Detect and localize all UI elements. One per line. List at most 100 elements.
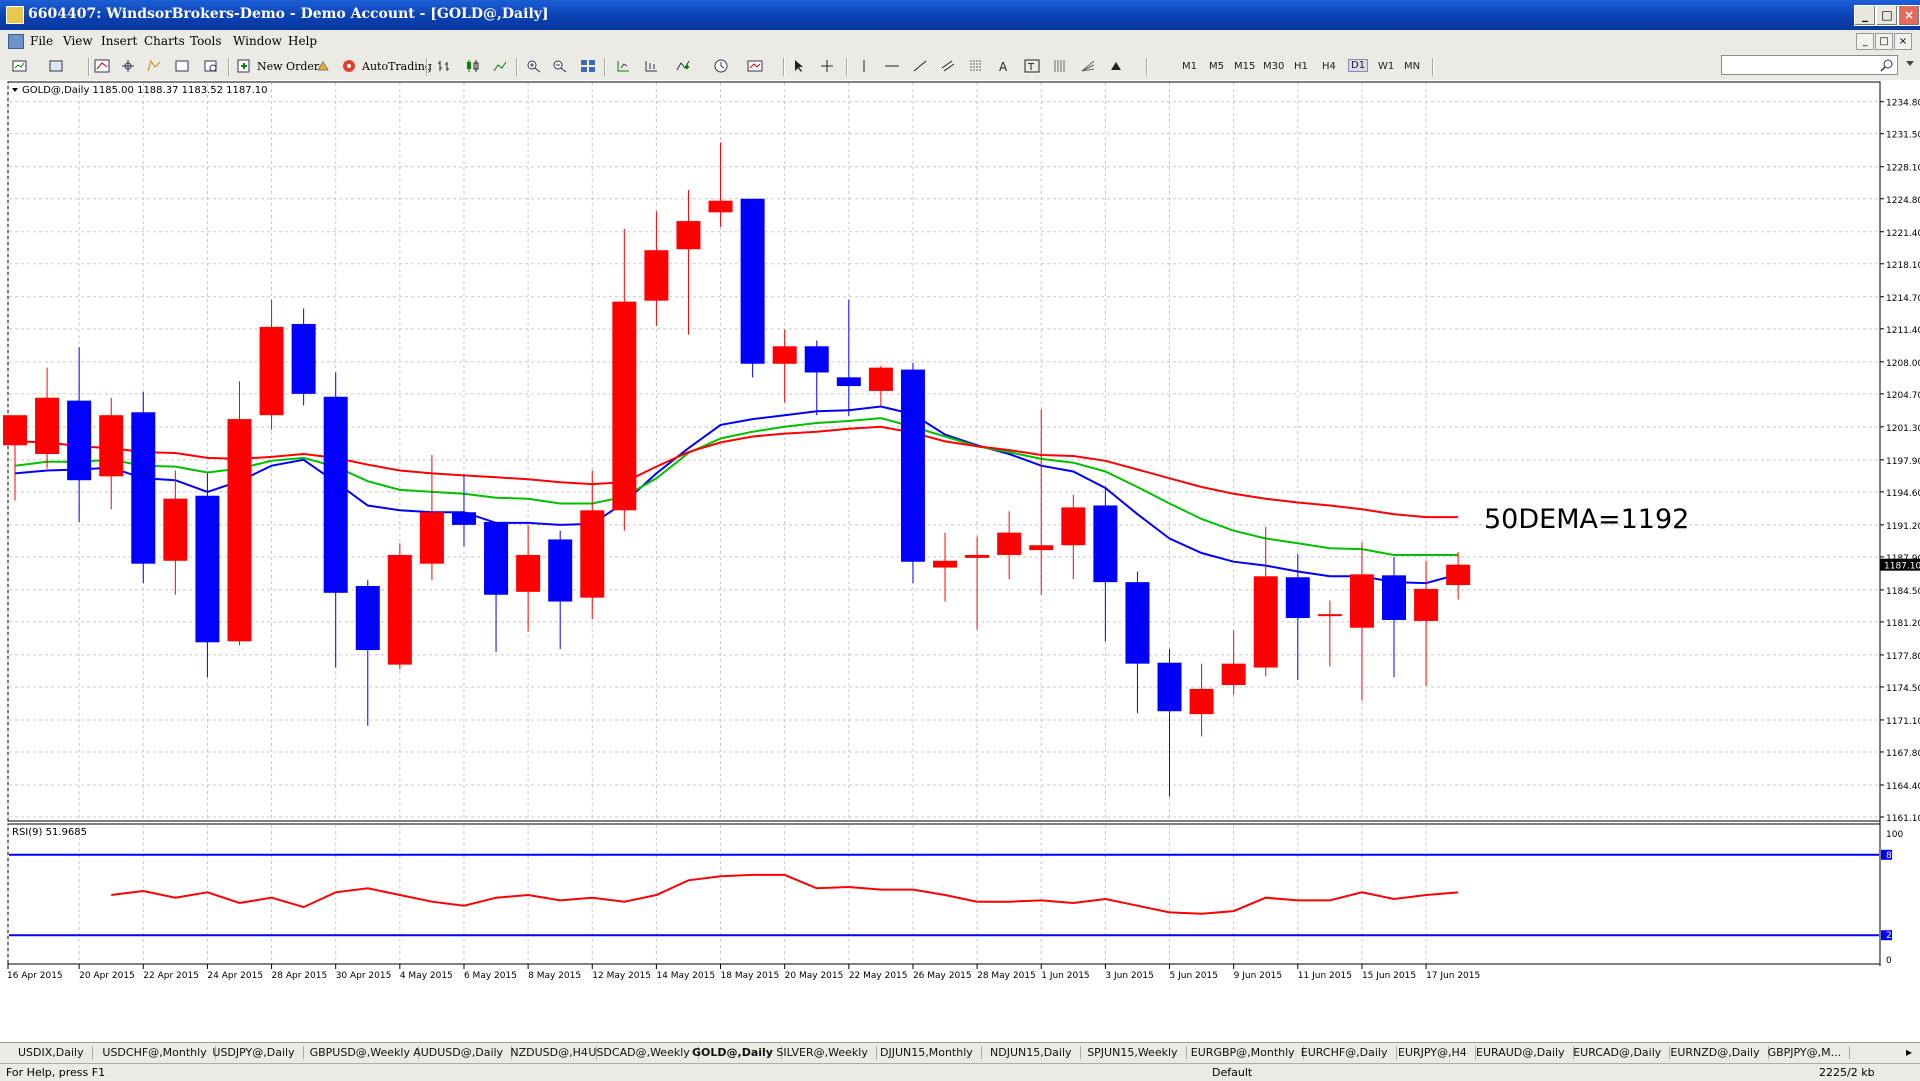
data-window-icon[interactable] [120, 59, 136, 73]
menu-window[interactable]: Window [233, 34, 282, 48]
menu-file[interactable]: File [30, 34, 53, 48]
toolbar: New Order AutoTrading A T M1 M5 M15 M30 … [0, 52, 1920, 81]
chart-window-icon[interactable] [8, 34, 24, 49]
maximize-button[interactable]: □ [1876, 5, 1898, 26]
candle[interactable] [900, 362, 925, 584]
autoscroll-icon[interactable] [643, 59, 659, 73]
child-close-button[interactable]: × [1894, 33, 1912, 50]
timeframe-m30[interactable]: M30 [1263, 61, 1284, 72]
symbol-tab[interactable]: SILVER@,Weekly [776, 1046, 877, 1059]
navigator-icon[interactable] [146, 59, 162, 73]
text-label-icon[interactable]: T [1024, 59, 1040, 73]
symbol-tab[interactable]: EURCHF@,Daily [1301, 1046, 1397, 1059]
candlestick-chart-icon[interactable] [464, 59, 480, 73]
zoom-out-icon[interactable] [552, 59, 568, 73]
text-icon[interactable]: A [996, 59, 1012, 73]
symbol-tab[interactable]: GBPJPY@,M... [1768, 1046, 1851, 1059]
symbol-tab[interactable]: NZDUSD@,H4 [510, 1046, 597, 1059]
toolbar-options-icon[interactable] [1903, 55, 1917, 73]
symbol-tab[interactable]: EURNZD@,Daily [1670, 1046, 1769, 1059]
new-order-button[interactable]: New Order [256, 57, 320, 77]
candle[interactable] [740, 198, 765, 378]
timeframe-h4[interactable]: H4 [1322, 61, 1336, 72]
tile-windows-icon[interactable] [580, 59, 596, 73]
symbol-tab[interactable]: EURAUD@,Daily [1476, 1046, 1574, 1059]
profiles-icon[interactable] [48, 59, 64, 73]
symbol-tab[interactable]: SPJUN15,Weekly [1087, 1046, 1187, 1059]
timeframe-mn[interactable]: MN [1404, 61, 1420, 72]
equidistant-channel-icon[interactable] [940, 59, 956, 73]
symbol-tab[interactable]: GOLD@,Daily [692, 1046, 782, 1059]
terminal-icon[interactable] [174, 59, 190, 73]
candle[interactable] [227, 381, 252, 646]
trendline-icon[interactable] [912, 59, 928, 73]
zoom-in-icon[interactable] [526, 59, 542, 73]
status-profile: Default [1212, 1066, 1253, 1079]
child-minimize-button[interactable]: _ [1856, 33, 1874, 50]
gann-fan-icon[interactable] [1052, 59, 1068, 73]
search-icon[interactable] [1880, 58, 1894, 72]
templates-icon[interactable] [747, 59, 763, 73]
periods-icon[interactable] [713, 59, 729, 73]
chart-shift-icon[interactable] [615, 59, 631, 73]
candle-body-bull [1414, 588, 1439, 621]
expert-advisors-icon[interactable] [315, 59, 331, 73]
symbol-tab[interactable]: USDJPY@,Daily [212, 1046, 304, 1059]
tabs-scroll-right-icon[interactable]: ▸ [1906, 1045, 1912, 1059]
rsi-tick-label: 100 [1886, 830, 1903, 840]
candle-body-bear [1285, 577, 1310, 619]
autotrading-icon [343, 60, 355, 72]
candle-body-bear [1382, 575, 1407, 620]
menu-help[interactable]: Help [288, 34, 317, 48]
timeframe-w1[interactable]: W1 [1378, 61, 1394, 72]
symbol-tab[interactable]: EURGBP@,Monthly [1191, 1046, 1304, 1059]
fibo-fan-icon[interactable] [1080, 59, 1096, 73]
market-watch-icon[interactable] [94, 59, 110, 73]
price-tick-label: 1221.40 [1886, 229, 1920, 239]
candle-body-bear [131, 412, 156, 564]
symbol-tab[interactable]: USDCHF@,Monthly [102, 1046, 216, 1059]
symbol-tab[interactable]: USDCAD@,Weekly [588, 1046, 699, 1059]
search-input[interactable] [1721, 55, 1898, 75]
minimize-button[interactable]: _ [1854, 5, 1876, 26]
time-tick-label: 24 Apr 2015 [207, 971, 263, 981]
time-tick-label: 20 Apr 2015 [79, 971, 135, 981]
candle-body-bull [644, 250, 669, 301]
time-tick-label: 11 Jun 2015 [1298, 971, 1352, 981]
strategy-tester-icon[interactable] [203, 59, 219, 73]
child-restore-button[interactable]: □ [1875, 33, 1893, 50]
new-chart-icon[interactable] [12, 59, 28, 73]
symbol-tab[interactable]: NDJUN15,Daily [990, 1046, 1081, 1059]
candle[interactable] [131, 391, 156, 584]
symbol-tab[interactable]: EURCAD@,Daily [1573, 1046, 1671, 1059]
symbol-tab[interactable]: EURJPY@,H4 [1398, 1046, 1476, 1059]
vertical-line-icon[interactable] [856, 59, 872, 73]
symbol-tab[interactable]: AUDUSD@,Daily [413, 1046, 513, 1059]
arrows-icon[interactable] [1108, 59, 1124, 73]
symbol-tab[interactable]: GBPUSD@,Weekly [310, 1046, 420, 1059]
line-chart-icon[interactable] [492, 59, 508, 73]
menu-insert[interactable]: Insert [101, 34, 137, 48]
horizontal-line-icon[interactable] [884, 59, 900, 73]
timeframe-h1[interactable]: H1 [1294, 61, 1308, 72]
new-order-icon [237, 59, 250, 73]
timeframe-m1[interactable]: M1 [1182, 61, 1197, 72]
close-button[interactable]: × [1898, 5, 1920, 26]
timeframe-d1[interactable]: D1 [1348, 59, 1369, 72]
menu-view[interactable]: View [63, 34, 93, 48]
bar-chart-icon[interactable] [436, 59, 452, 73]
fibonacci-icon[interactable] [968, 59, 984, 73]
autotrading-button[interactable]: AutoTrading [361, 57, 433, 77]
cursor-icon[interactable] [791, 59, 807, 73]
symbol-tab[interactable]: USDIX,Daily [18, 1046, 93, 1059]
candle-body-bull [1317, 614, 1342, 617]
timeframe-m5[interactable]: M5 [1209, 61, 1224, 72]
timeframe-m15[interactable]: M15 [1234, 61, 1255, 72]
candle[interactable] [387, 543, 412, 670]
menu-charts[interactable]: Charts [144, 34, 185, 48]
symbol-tab[interactable]: DJJUN15,Monthly [880, 1046, 982, 1059]
price-chart[interactable]: 1234.80 1231.50 1228.10 1224.80 1221.40 1218.… [0, 80, 1920, 1042]
crosshair-icon[interactable] [819, 59, 835, 73]
menu-tools[interactable]: Tools [190, 34, 222, 48]
indicators-icon[interactable] [675, 59, 691, 73]
